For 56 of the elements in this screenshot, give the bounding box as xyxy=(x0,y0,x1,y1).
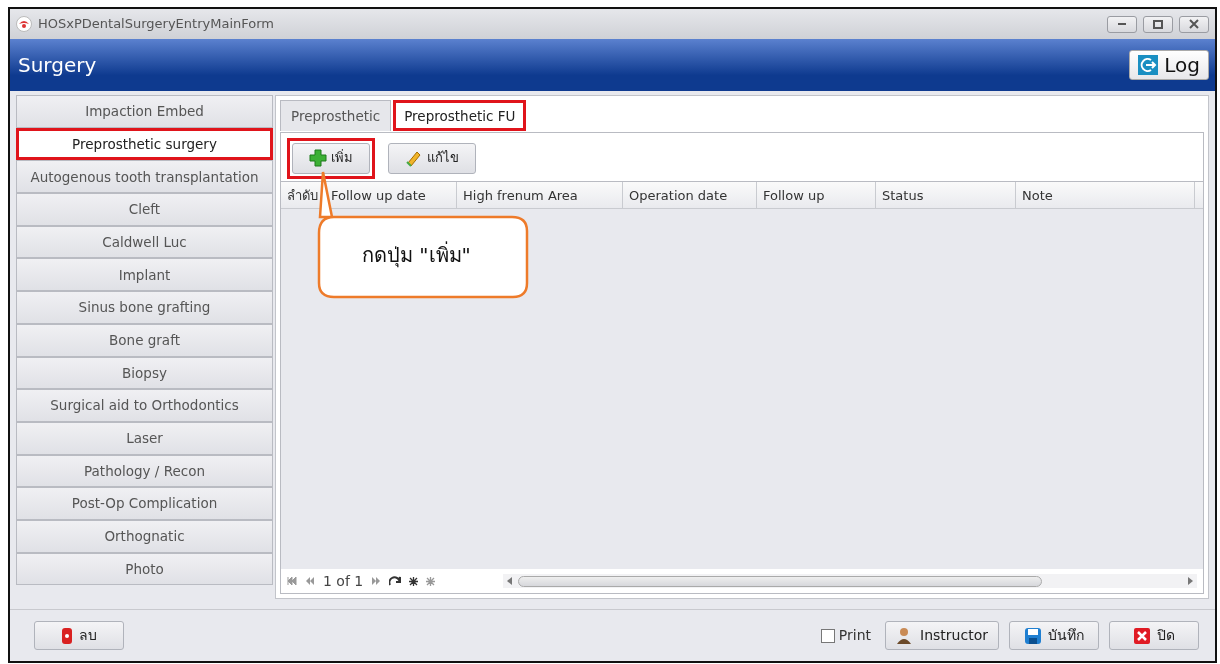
tab[interactable]: Preprosthetic xyxy=(280,100,392,131)
sidebar-item[interactable]: Surgical aid to Orthodontics xyxy=(16,389,273,422)
maximize-icon xyxy=(1153,19,1163,29)
close-button[interactable]: ปิด xyxy=(1109,621,1199,650)
sidebar-item[interactable]: Sinus bone grafting xyxy=(16,291,273,324)
close-button[interactable] xyxy=(1179,15,1209,33)
app-logo-icon xyxy=(16,16,32,32)
window-title: HOSxPDentalSurgeryEntryMainForm xyxy=(38,15,274,34)
asterisk-icon xyxy=(426,576,436,586)
column-header: High frenum Area xyxy=(457,182,623,208)
sidebar-item[interactable]: Autogenous tooth transplantation xyxy=(16,160,273,194)
first-page-icon xyxy=(287,577,297,585)
column-header: Note xyxy=(1016,182,1195,208)
minimize-button[interactable] xyxy=(1107,15,1137,33)
instructor-button[interactable]: Instructor xyxy=(885,621,999,650)
sidebar-item[interactable]: Caldwell Luc xyxy=(16,225,273,259)
refresh-icon xyxy=(389,576,402,586)
column-header: Status xyxy=(876,182,1016,208)
add-button[interactable]: เพิ่ม xyxy=(292,142,370,174)
sidebar-item[interactable]: Pathology / Recon xyxy=(16,454,273,488)
page-indicator: 1 of 1 xyxy=(323,571,364,591)
minimize-icon xyxy=(1118,23,1126,25)
next-page-icon xyxy=(371,577,382,585)
log-button[interactable]: Log xyxy=(1129,50,1209,80)
scroll-left-icon xyxy=(507,577,513,585)
sidebar-item[interactable]: Implant xyxy=(16,258,273,292)
callout-text: กดปุ่ม "เพิ่ม" xyxy=(362,240,471,270)
sidebar-item[interactable]: Orthognatic xyxy=(16,519,273,553)
close-icon xyxy=(1133,626,1151,645)
asterisk-icon xyxy=(409,576,419,586)
sidebar-item[interactable]: Bone graft xyxy=(16,323,273,357)
close-icon xyxy=(1189,19,1199,29)
sidebar-item[interactable]: Post-Op Complication xyxy=(16,487,273,520)
sidebar-item[interactable]: Photo xyxy=(16,552,273,586)
column-header: Follow up xyxy=(757,182,876,208)
sidebar-item[interactable]: Impaction Embed xyxy=(16,95,273,128)
sidebar-item[interactable]: Cleft xyxy=(16,193,273,226)
previous-page-icon xyxy=(305,577,315,585)
print-checkbox[interactable] xyxy=(820,628,835,643)
scroll-right-icon xyxy=(1188,577,1193,585)
sidebar-item[interactable]: Biopsy xyxy=(16,356,273,390)
pencil-icon xyxy=(405,149,423,167)
sidebar-item[interactable]: Laser xyxy=(16,421,273,455)
logout-icon xyxy=(1138,55,1159,75)
edit-button[interactable]: แก้ไข xyxy=(388,142,476,174)
maximize-button[interactable] xyxy=(1143,15,1173,33)
header-title: Surgery xyxy=(18,52,97,79)
horizontal-scrollbar[interactable] xyxy=(503,574,1197,588)
column-header: Operation date xyxy=(623,182,757,208)
trash-icon xyxy=(61,626,73,645)
delete-button[interactable]: ลบ xyxy=(34,621,124,650)
print-label: Print xyxy=(838,626,872,645)
tab[interactable]: Preprosthetic FU xyxy=(393,100,527,131)
plus-icon xyxy=(309,149,327,167)
sidebar-item[interactable]: Preprosthetic surgery xyxy=(16,127,273,161)
save-button[interactable]: บันทึก xyxy=(1009,621,1099,650)
